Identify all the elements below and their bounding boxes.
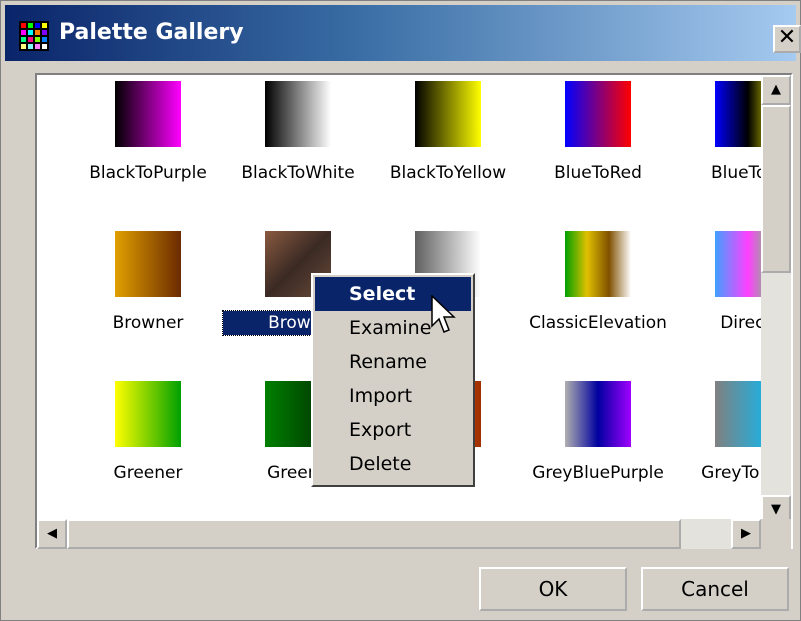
palette-swatch [415,81,481,147]
palette-label: Browner [112,313,184,333]
palette-swatch [115,231,181,297]
palette-label: ClassicElevation [529,313,667,333]
palette-swatch [565,81,631,147]
vertical-scroll-thumb[interactable] [761,105,791,273]
title-bar[interactable]: Palette Gallery ✕ [5,5,801,61]
palette-label: BlackToPurple [89,163,207,183]
context-menu-item-delete[interactable]: Delete [315,447,471,481]
ok-button[interactable]: OK [479,567,627,611]
palette-swatch [565,381,631,447]
palette-app-icon [19,21,49,51]
palette-label: BlueToRed [554,163,642,183]
palette-swatch [115,81,181,147]
palette-swatch [265,81,331,147]
palette-swatch [115,381,181,447]
context-menu-item-rename[interactable]: Rename [315,345,471,379]
horizontal-scroll-thumb[interactable] [67,519,681,549]
palette-gallery-dialog: Palette Gallery ✕ BlackToPurple BlackToWh… [0,0,801,621]
vertical-scrollbar[interactable]: ▲ ▼ [761,75,791,525]
palette-label: BlackToWhite [241,163,355,183]
context-menu-item-export[interactable]: Export [315,413,471,447]
horizontal-scrollbar[interactable]: ◀ ▶ [37,519,761,549]
palette-label: BlackToYellow [389,163,507,183]
scrollbar-corner [761,519,791,549]
mouse-pointer-icon [431,295,456,333]
scroll-up-button[interactable]: ▲ [761,75,791,105]
close-button[interactable]: ✕ [773,25,801,53]
context-menu-item-import[interactable]: Import [315,379,471,413]
dialog-title: Palette Gallery [59,20,244,45]
scroll-left-button[interactable]: ◀ [37,519,67,549]
scroll-right-button[interactable]: ▶ [731,519,761,549]
palette-label: Greener [113,463,183,483]
cancel-button[interactable]: Cancel [641,567,789,611]
palette-label: GreyBluePurple [532,463,664,483]
palette-swatch [565,231,631,297]
